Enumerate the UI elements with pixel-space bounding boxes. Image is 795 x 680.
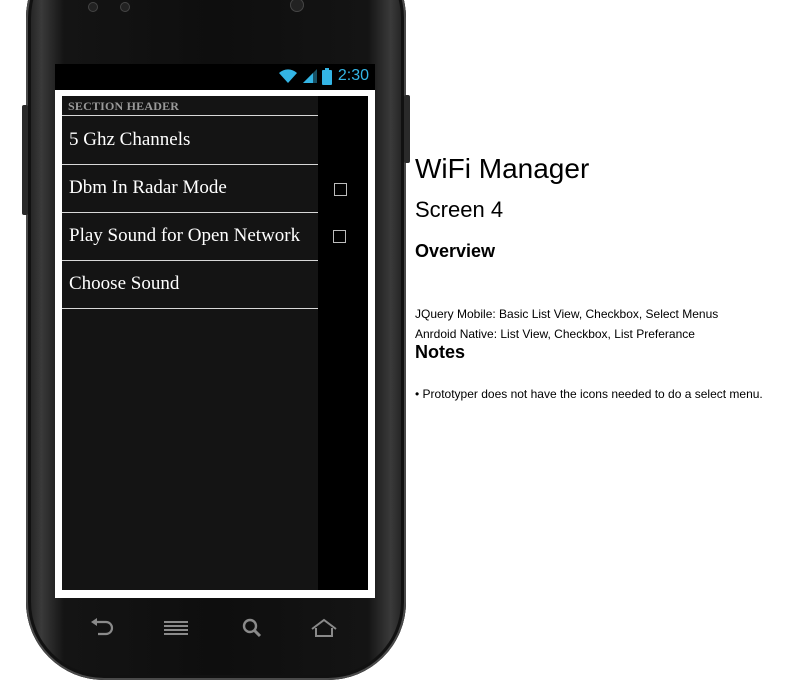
- list-item-label: Dbm In Radar Mode: [69, 177, 227, 198]
- list-item-play-sound-open-network[interactable]: Play Sound for Open Network: [62, 213, 318, 261]
- screen-subtitle: Screen 4: [415, 197, 504, 222]
- overview-line: Anrdoid Native: List View, Checkbox, Lis…: [415, 327, 695, 341]
- list-item-label: 5 Ghz Channels: [69, 129, 191, 150]
- dbm-radar-mode-checkbox[interactable]: [334, 183, 347, 196]
- list-item-dbm-radar-mode[interactable]: Dbm In Radar Mode: [62, 165, 318, 213]
- phone-screen: 2:30 SECTION HEADER 5 Ghz Channels Dbm I…: [55, 64, 375, 598]
- front-camera: [290, 0, 304, 12]
- power-button: [404, 95, 410, 163]
- status-bar: 2:30: [55, 64, 375, 88]
- list-item-choose-sound[interactable]: Choose Sound: [62, 261, 318, 309]
- battery-icon: [321, 67, 332, 85]
- back-icon[interactable]: [89, 618, 115, 638]
- app-content: SECTION HEADER 5 Ghz Channels Dbm In Rad…: [62, 96, 368, 590]
- preference-list: SECTION HEADER 5 Ghz Channels Dbm In Rad…: [62, 96, 318, 590]
- status-time: 2:30: [337, 67, 369, 84]
- status-icons: 2:30: [278, 66, 369, 86]
- signal-icon: [302, 69, 317, 83]
- search-icon[interactable]: [239, 618, 265, 638]
- home-icon[interactable]: [311, 618, 337, 638]
- nav-bar: [55, 612, 375, 642]
- app-frame: SECTION HEADER 5 Ghz Channels Dbm In Rad…: [55, 90, 375, 598]
- notes-heading: Notes: [415, 342, 466, 362]
- wifi-icon: [278, 69, 297, 83]
- play-sound-checkbox[interactable]: [333, 230, 346, 243]
- menu-icon[interactable]: [163, 618, 189, 638]
- volume-button: [22, 105, 28, 215]
- sensor-dot: [88, 2, 98, 12]
- notes-line: • Prototyper does not have the icons nee…: [415, 387, 763, 401]
- list-item-label: Play Sound for Open Network: [69, 225, 301, 246]
- overview-heading: Overview: [415, 241, 496, 261]
- sensor-dot: [120, 2, 130, 12]
- overview-line: JQuery Mobile: Basic List View, Checkbox…: [415, 307, 719, 321]
- section-header: SECTION HEADER: [62, 96, 318, 116]
- list-item-label: Choose Sound: [69, 273, 180, 294]
- page-title: WiFi Manager: [415, 153, 590, 184]
- list-item-5ghz-channels[interactable]: 5 Ghz Channels: [62, 117, 318, 165]
